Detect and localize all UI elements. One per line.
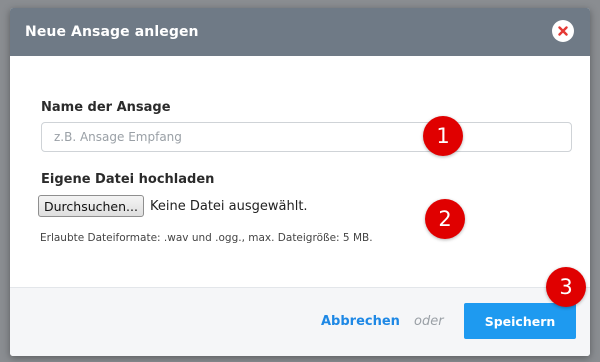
annotation-marker-1: 1 xyxy=(423,116,463,156)
announcement-name-input[interactable] xyxy=(41,122,572,152)
name-label: Name der Ansage xyxy=(41,100,171,115)
dialog-footer: Abbrechen oder Speichern xyxy=(10,287,590,356)
file-format-hint: Erlaubte Dateiformate: .wav und .ogg., m… xyxy=(40,232,373,244)
dialog-title: Neue Ansage anlegen xyxy=(25,24,199,40)
annotation-marker-3: 3 xyxy=(546,267,586,307)
file-picker: Durchsuchen... Keine Datei ausgewählt. xyxy=(38,194,308,218)
no-file-text: Keine Datei ausgewählt. xyxy=(149,198,308,214)
cancel-link[interactable]: Abbrechen xyxy=(321,314,400,329)
close-button[interactable] xyxy=(552,20,574,42)
save-button[interactable]: Speichern xyxy=(464,303,576,339)
close-icon xyxy=(558,26,568,36)
browse-button[interactable]: Durchsuchen... xyxy=(38,195,144,217)
file-upload-label: Eigene Datei hochladen xyxy=(41,172,215,187)
dialog: Neue Ansage anlegen Name der Ansage Eige… xyxy=(10,8,590,356)
dialog-header: Neue Ansage anlegen xyxy=(10,8,590,56)
annotation-marker-2: 2 xyxy=(425,199,465,239)
or-text: oder xyxy=(414,314,444,329)
